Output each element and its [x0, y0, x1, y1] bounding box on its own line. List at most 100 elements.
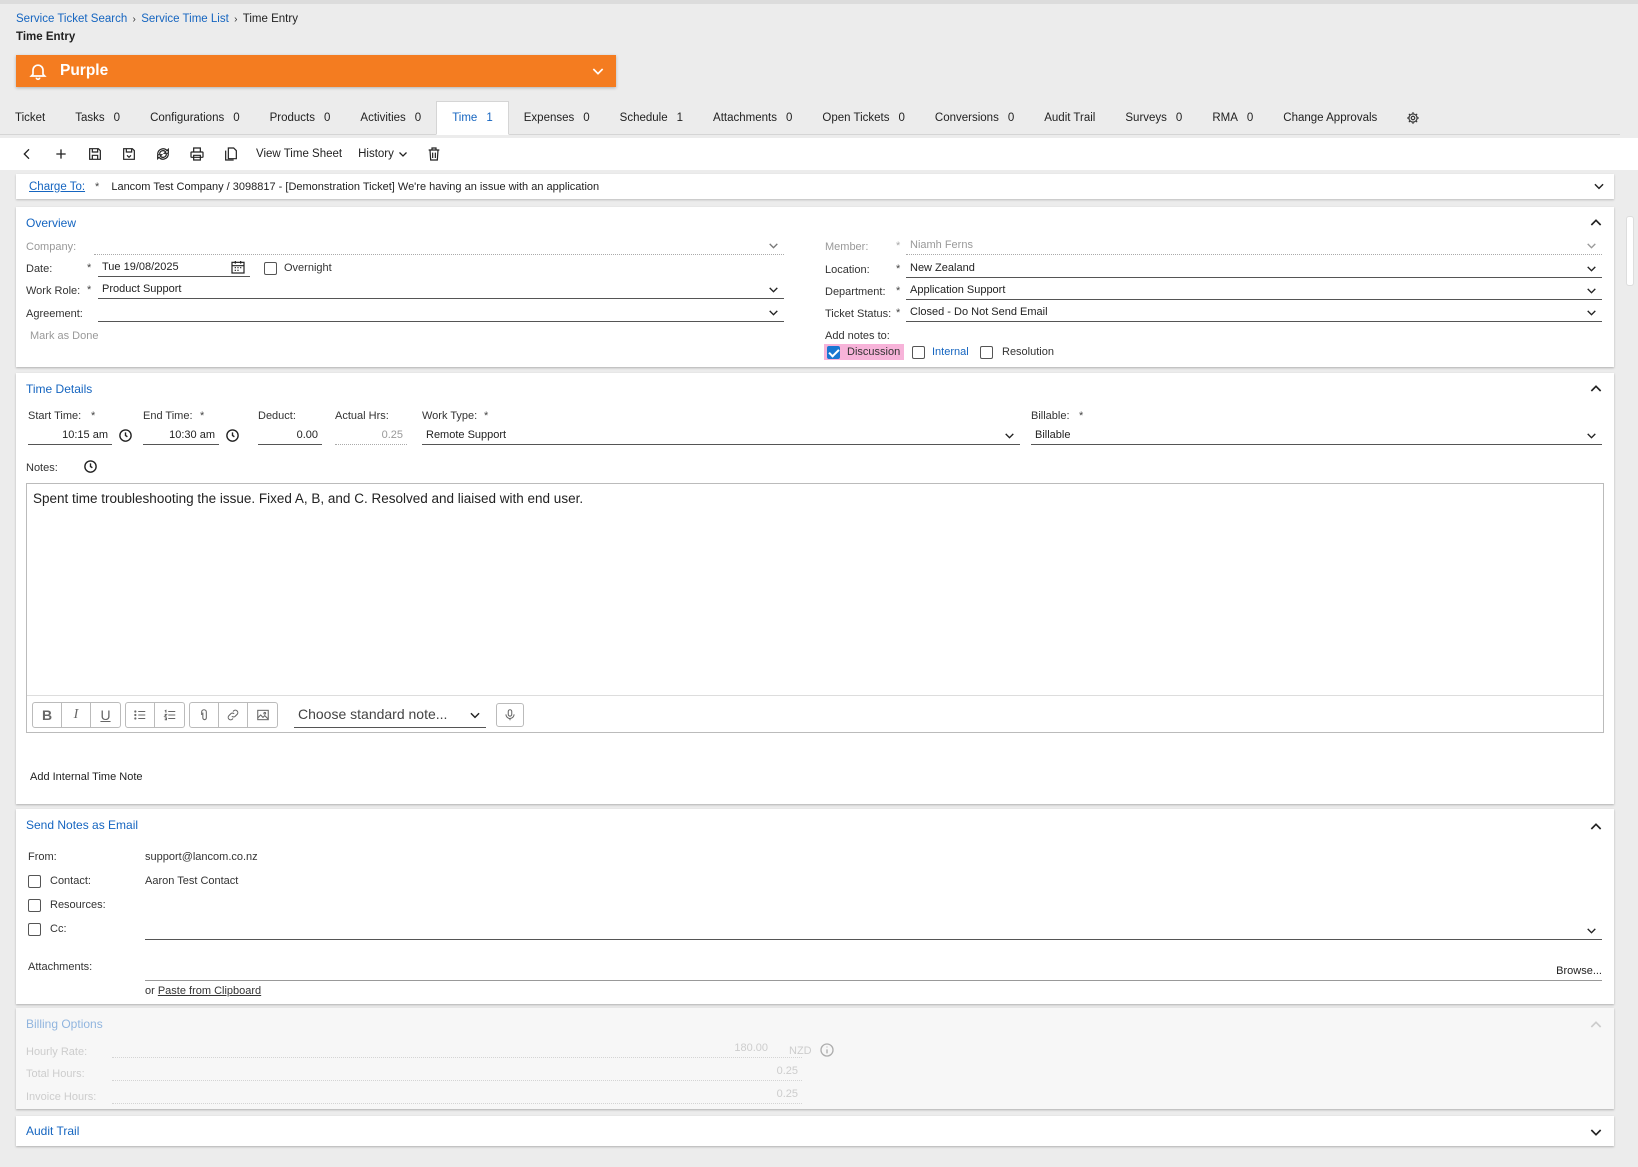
dictate-button[interactable]	[496, 702, 524, 727]
tab-rma[interactable]: RMA 0	[1197, 101, 1268, 134]
standard-note-select[interactable]: Choose standard note...	[294, 702, 486, 728]
attachments-field[interactable]: Browse...	[145, 961, 1602, 981]
tab-audit-trail[interactable]: Audit Trail	[1029, 101, 1110, 134]
tab-label: Activities	[360, 111, 406, 124]
chevron-down-icon	[1587, 243, 1596, 249]
tab-tasks[interactable]: Tasks 0	[60, 101, 135, 134]
notes-text[interactable]: Spent time troubleshooting the issue. Fi…	[33, 491, 583, 506]
tab-ticket[interactable]: Ticket	[0, 101, 60, 134]
tab-count: 0	[414, 111, 422, 124]
chevron-down-icon[interactable]	[1592, 179, 1606, 193]
bold-button[interactable]: B	[33, 702, 62, 727]
chevron-down-icon[interactable]	[1588, 1124, 1604, 1140]
chevron-down-icon[interactable]	[590, 63, 606, 79]
tab-open-tickets[interactable]: Open Tickets 0	[807, 101, 920, 134]
internal-checkbox[interactable]	[912, 346, 925, 359]
tab-surveys[interactable]: Surveys 0	[1110, 101, 1197, 134]
delete-button[interactable]	[417, 141, 451, 167]
overview-title[interactable]: Overview	[26, 216, 76, 230]
tab-label: Schedule	[619, 111, 668, 124]
resolution-checkbox[interactable]	[980, 346, 993, 359]
browse-button[interactable]: Browse...	[1556, 965, 1602, 977]
chevron-up-icon[interactable]	[1588, 819, 1604, 835]
date-input[interactable]: Tue 19/08/2025	[98, 257, 250, 277]
link-icon	[227, 709, 239, 720]
charge-to-label[interactable]: Charge To:	[29, 181, 85, 193]
tab-time[interactable]: Time 1	[436, 101, 509, 135]
tab-label: Expenses	[523, 111, 575, 124]
breadcrumb-service-time-list[interactable]: Service Time List	[141, 13, 229, 25]
tab-activities[interactable]: Activities 0	[345, 101, 436, 134]
tab-expenses[interactable]: Expenses 0	[509, 101, 605, 134]
back-button[interactable]	[10, 141, 44, 167]
attach-button[interactable]	[190, 702, 219, 727]
chevron-up-icon[interactable]	[1588, 1017, 1604, 1033]
send-email-title[interactable]: Send Notes as Email	[26, 818, 138, 832]
tab-attachments[interactable]: Attachments 0	[698, 101, 807, 134]
tab-change-approvals[interactable]: Change Approvals	[1268, 101, 1392, 134]
underline-button[interactable]: U	[91, 703, 120, 727]
info-icon[interactable]	[819, 1042, 835, 1058]
cc-select[interactable]	[145, 920, 1602, 940]
add-button[interactable]	[44, 141, 78, 167]
clock-icon[interactable]	[225, 428, 240, 443]
save-button[interactable]	[78, 141, 112, 167]
agreement-select[interactable]	[98, 302, 784, 322]
print-button[interactable]	[180, 141, 214, 167]
resources-checkbox[interactable]	[28, 899, 41, 912]
status-banner[interactable]: Purple	[16, 55, 616, 87]
clock-icon[interactable]	[83, 459, 98, 474]
italic-button[interactable]: I	[62, 702, 91, 727]
clock-icon[interactable]	[118, 428, 133, 443]
discussion-checkbox[interactable]	[827, 346, 840, 359]
notes-editor[interactable]: Spent time troubleshooting the issue. Fi…	[26, 483, 1604, 733]
scrollbar[interactable]	[1626, 216, 1634, 286]
contact-checkbox[interactable]	[28, 875, 41, 888]
time-details-panel: Time Details Start Time: * 10:15 am End …	[16, 373, 1614, 804]
image-button[interactable]	[248, 703, 277, 727]
company-field[interactable]	[94, 235, 784, 255]
history-menu[interactable]: History	[350, 148, 417, 160]
audit-trail-title[interactable]: Audit Trail	[26, 1124, 79, 1138]
add-internal-time-note-button[interactable]: Add Internal Time Note	[30, 771, 143, 783]
copy-button[interactable]	[214, 141, 248, 167]
bullet-list-button[interactable]	[126, 702, 155, 727]
location-select[interactable]: New Zealand	[906, 258, 1602, 278]
resolution-label: Resolution	[1002, 346, 1054, 358]
tab-schedule[interactable]: Schedule 1	[605, 101, 698, 134]
view-time-sheet-button[interactable]: View Time Sheet	[248, 148, 350, 160]
link-button[interactable]	[219, 702, 248, 727]
tab-settings[interactable]	[1392, 101, 1434, 134]
tab-configurations[interactable]: Configurations 0	[135, 101, 255, 134]
save-and-close-button[interactable]	[112, 141, 146, 167]
start-time-input[interactable]: 10:15 am	[28, 425, 112, 445]
time-details-title[interactable]: Time Details	[26, 382, 92, 396]
billable-select[interactable]: Billable	[1031, 425, 1602, 445]
tab-products[interactable]: Products 0	[255, 101, 346, 134]
work-type-select[interactable]: Remote Support	[422, 425, 1020, 445]
department-select[interactable]: Application Support	[906, 280, 1602, 300]
numbered-list-button[interactable]	[155, 703, 184, 727]
paste-from-clipboard-link[interactable]: Paste from Clipboard	[158, 985, 261, 997]
refresh-button[interactable]	[146, 141, 180, 167]
billing-title[interactable]: Billing Options	[26, 1017, 103, 1031]
breadcrumb-service-ticket-search[interactable]: Service Ticket Search	[16, 13, 127, 25]
calendar-icon[interactable]	[230, 259, 246, 275]
discussion-label: Discussion	[847, 346, 901, 358]
overnight-checkbox[interactable]	[264, 262, 277, 275]
chevron-up-icon[interactable]	[1588, 215, 1604, 231]
gear-icon	[1407, 111, 1420, 124]
ticket-status-select[interactable]: Closed - Do Not Send Email	[906, 302, 1602, 322]
tab-conversions[interactable]: Conversions 0	[920, 101, 1029, 134]
deduct-input[interactable]: 0.00	[258, 425, 322, 445]
charge-to-bar[interactable]: Charge To: * Lancom Test Company / 30988…	[16, 174, 1614, 199]
tab-count: 0	[583, 111, 590, 124]
mark-as-done-button[interactable]: Mark as Done	[30, 330, 98, 342]
tab-count: 1	[676, 111, 684, 124]
member-select[interactable]: Niamh Ferns	[906, 235, 1602, 255]
chevron-up-icon[interactable]	[1588, 381, 1604, 397]
work-role-select[interactable]: Product Support	[98, 279, 784, 299]
cc-checkbox[interactable]	[28, 923, 41, 936]
end-time-input[interactable]: 10:30 am	[143, 425, 219, 445]
member-value: Niamh Ferns	[910, 238, 973, 251]
